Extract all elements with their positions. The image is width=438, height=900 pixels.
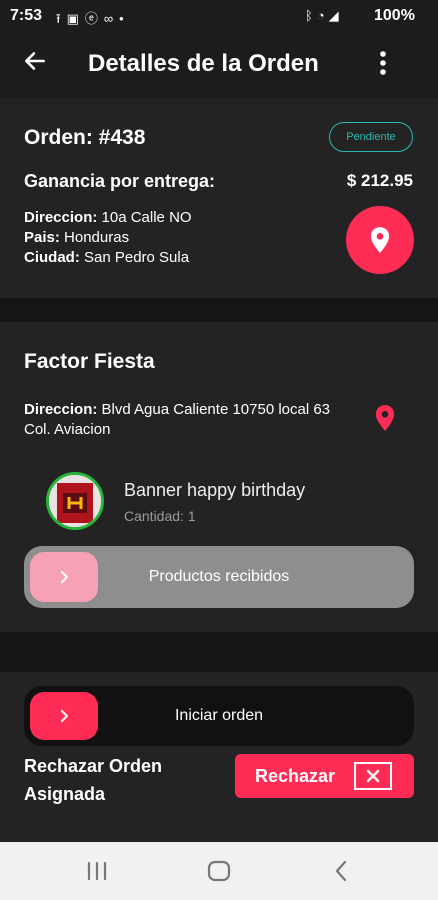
home-icon[interactable]	[207, 860, 231, 882]
order-address-label: Direccion:	[24, 209, 98, 226]
store-address: Direccion: Blvd Agua Caliente 10750 loca…	[24, 400, 354, 440]
reject-order-text: Rechazar Orden Asignada	[24, 756, 163, 804]
store-name: Factor Fiesta	[24, 350, 155, 373]
nav-back-icon[interactable]	[333, 860, 349, 882]
start-order-handle[interactable]	[30, 692, 98, 740]
bluetooth-icon: ᛒ	[305, 8, 317, 23]
e-icon: ⓔ	[84, 11, 104, 26]
location-pin-icon	[370, 227, 390, 253]
product-image	[46, 472, 104, 530]
page-title: Detalles de la Orden	[88, 50, 319, 77]
order-country-label: Pais:	[24, 229, 60, 246]
earnings-value: $ 212.95	[346, 171, 413, 190]
earnings-label: Ganancia por entrega:	[24, 171, 216, 191]
system-icons: ᛒ◔◢	[305, 8, 343, 24]
order-address: Direccion: 10a Calle NO	[24, 209, 192, 226]
products-received-handle[interactable]	[30, 552, 98, 602]
status-bar: 7:53 ⭱▣ⓔ∞• ᛒ◔◢ 100%	[0, 0, 438, 34]
upload-icon: ⭱	[56, 11, 67, 26]
product-banner-icon	[49, 475, 101, 527]
product-name: Banner happy birthday	[124, 480, 306, 500]
order-number: Orden: #438	[24, 126, 146, 149]
order-country-value: Honduras	[59, 229, 130, 246]
store-card: Factor Fiesta Direccion: Blvd Agua Calie…	[0, 322, 438, 632]
close-box-icon	[354, 762, 392, 790]
products-received-slider[interactable]: Productos recibidos	[24, 546, 414, 608]
order-country: Pais: Honduras	[24, 229, 129, 246]
store-location-pin-icon[interactable]	[374, 404, 396, 432]
reject-button[interactable]: Rechazar	[235, 754, 414, 798]
signal-icon: ◢	[328, 8, 343, 23]
chevron-right-icon	[61, 710, 68, 722]
recent-apps-icon[interactable]	[86, 861, 108, 881]
start-order-slider[interactable]: Iniciar orden	[24, 686, 414, 746]
sim-icon: ▣	[66, 11, 85, 26]
order-card: Orden: #438 Pendiente Ganancia por entre…	[0, 98, 438, 298]
more-options-icon[interactable]	[370, 48, 396, 78]
bottom-action-panel: Iniciar orden Rechazar Orden Asignada Re…	[0, 672, 438, 842]
dot-icon: •	[119, 11, 130, 26]
dots-icon: ∞	[103, 11, 120, 26]
order-city-label: Ciudad:	[24, 249, 80, 266]
chevron-right-icon	[61, 571, 68, 583]
back-arrow-icon[interactable]	[22, 48, 48, 74]
reject-button-label: Rechazar	[255, 765, 336, 786]
close-icon	[366, 769, 380, 783]
product-quantity: Cantidad: 1	[124, 508, 196, 524]
app-bar: Detalles de la Orden	[0, 34, 438, 98]
notification-icons: ⭱▣ⓔ∞•	[56, 8, 130, 32]
wifi-icon: ◔	[316, 8, 329, 23]
map-location-button[interactable]	[346, 206, 414, 274]
battery-level: 100%	[374, 7, 415, 24]
order-address-value: 10a Calle NO	[97, 209, 192, 226]
system-navigation-bar	[0, 842, 438, 900]
order-city-value: San Pedro Sula	[79, 249, 190, 266]
status-badge: Pendiente	[329, 122, 413, 152]
store-address-label: Direccion:	[24, 401, 98, 418]
order-city: Ciudad: San Pedro Sula	[24, 249, 189, 266]
status-time: 7:53	[10, 7, 43, 24]
